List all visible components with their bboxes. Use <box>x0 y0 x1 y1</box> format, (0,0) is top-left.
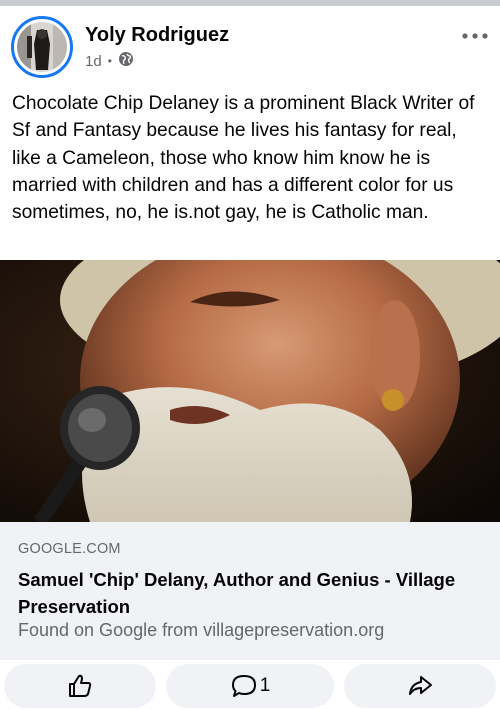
link-preview-image[interactable] <box>0 260 500 522</box>
link-description: Found on Google from villagepreservation… <box>18 620 385 640</box>
avatar[interactable] <box>11 16 73 78</box>
globe-icon[interactable] <box>118 51 134 71</box>
thumbs-up-icon <box>69 674 92 697</box>
link-preview[interactable]: GOOGLE.COM Samuel 'Chip' Delany, Author … <box>0 522 500 660</box>
avatar-image <box>17 22 67 72</box>
meta-separator: • <box>107 54 112 68</box>
comment-icon <box>231 675 256 697</box>
post-header: Yoly Rodriguez 1d • <box>0 6 500 86</box>
post-time[interactable]: 1d <box>85 53 102 70</box>
comment-count: 1 <box>259 675 271 696</box>
link-domain: GOOGLE.COM <box>18 541 121 557</box>
comment-button[interactable]: 1 <box>166 664 334 708</box>
more-dots-icon <box>462 33 488 39</box>
action-bar: 1 <box>0 660 500 709</box>
more-options-button[interactable] <box>460 26 490 46</box>
like-button[interactable] <box>4 664 156 708</box>
post-meta: 1d • <box>85 51 134 71</box>
share-button[interactable] <box>344 664 496 708</box>
author-name[interactable]: Yoly Rodriguez <box>85 24 229 47</box>
link-title[interactable]: Samuel 'Chip' Delany, Author and Genius … <box>18 566 488 620</box>
share-icon <box>409 676 432 695</box>
post-text: Chocolate Chip Delaney is a prominent Bl… <box>12 93 475 224</box>
